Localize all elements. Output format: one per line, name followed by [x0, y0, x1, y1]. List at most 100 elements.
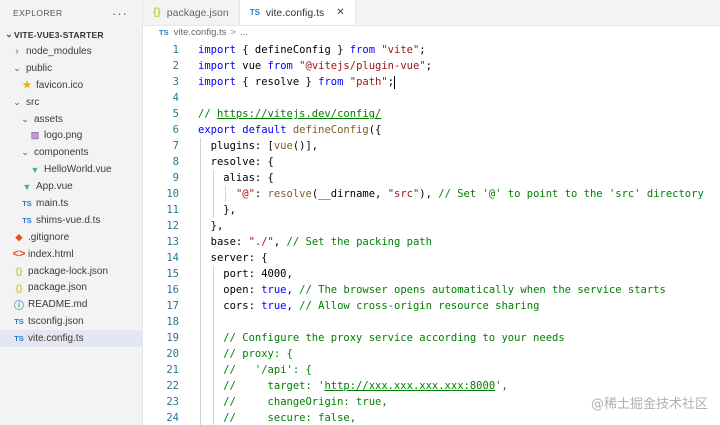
project-root-folder[interactable]: ⌄ VITE-VUE3-STARTER: [0, 26, 142, 43]
code-line[interactable]: 13 base: "./", // Set the packing path: [143, 234, 720, 250]
code-line[interactable]: 17 cors: true, // Allow cross-origin res…: [143, 298, 720, 314]
tree-item-label: logo.png: [44, 130, 83, 142]
code-text: // https://vitejs.dev/config/: [198, 108, 382, 120]
indent-guide: [212, 266, 214, 425]
chevron-down-icon: ⌄: [13, 62, 21, 73]
tab-package-json[interactable]: {} package.json: [143, 0, 240, 25]
close-icon[interactable]: ✕: [336, 7, 344, 18]
explorer-header: EXPLORER ···: [0, 0, 142, 26]
json-icon: {}: [153, 7, 161, 18]
tree-file-logo-png[interactable]: ▨ logo.png: [0, 127, 142, 144]
code-line[interactable]: 9 alias: {: [143, 170, 720, 186]
line-number: 21: [166, 364, 179, 376]
code-line[interactable]: 12 },: [143, 218, 720, 234]
typescript-icon: TS: [159, 28, 169, 37]
line-number: 8: [172, 156, 179, 168]
git-icon: ◆: [15, 231, 23, 242]
line-number: 12: [166, 220, 179, 232]
code-editor[interactable]: 1 import { defineConfig } from "vite"; 2 im…: [143, 40, 720, 425]
chevron-down-icon: ⌄: [5, 29, 13, 39]
code-text: server: {: [198, 252, 268, 264]
code-text: },: [198, 220, 224, 232]
code-line[interactable]: 20 // proxy: {: [143, 346, 720, 362]
tree-file-package-json[interactable]: {} package.json: [0, 279, 142, 296]
breadcrumb: TS vite.config.ts > ...: [159, 25, 248, 40]
tree-item-label: favicon.ico: [36, 79, 84, 91]
line-number: 5: [172, 108, 179, 120]
tree-folder-src[interactable]: ⌄ src: [0, 94, 142, 111]
code-line[interactable]: 1 import { defineConfig } from "vite";: [143, 42, 720, 58]
code-line[interactable]: 5 // https://vitejs.dev/config/: [143, 106, 720, 122]
code-line[interactable]: 3 import { resolve } from "path";: [143, 74, 720, 90]
tree-file-shims-vue-d-ts[interactable]: TS shims-vue.d.ts: [0, 212, 142, 229]
tree-folder-public[interactable]: ⌄ public: [0, 60, 142, 77]
tree-item-label: main.ts: [36, 197, 69, 209]
code-text: base: "./", // Set the packing path: [198, 236, 432, 248]
watermark: @稀土掘金技术社区: [590, 397, 708, 412]
code-line[interactable]: 16 open: true, // The browser opens auto…: [143, 282, 720, 298]
tree-file-package-lock-json[interactable]: {} package-lock.json: [0, 263, 142, 280]
code-line[interactable]: 7 plugins: [vue()],: [143, 138, 720, 154]
indent-guide: [212, 170, 214, 218]
code-text: resolve: {: [198, 156, 274, 168]
typescript-icon: TS: [14, 334, 24, 344]
editor-tab-bar: {} package.json TS vite.config.ts ✕: [143, 0, 720, 26]
line-number: 11: [166, 204, 179, 216]
tree-item-label: package.json: [28, 282, 87, 294]
tree-file-main-ts[interactable]: TS main.ts: [0, 195, 142, 212]
line-number: 16: [166, 284, 179, 296]
tree-file--gitignore[interactable]: ◆ .gitignore: [0, 229, 142, 246]
tree-file-tsconfig-json[interactable]: TS tsconfig.json: [0, 313, 142, 330]
line-number: 9: [172, 172, 179, 184]
chevron-right-icon: ›: [15, 46, 19, 57]
line-number: 20: [166, 348, 179, 360]
code-text: // secure: false,: [223, 412, 357, 424]
html-icon: <>: [12, 248, 26, 261]
explorer-sidebar: EXPLORER ··· ⌄ VITE-VUE3-STARTER › node_m…: [0, 0, 143, 425]
vue-icon: ▼: [30, 164, 40, 175]
line-number: 6: [172, 124, 179, 136]
code-line[interactable]: 24 // secure: false,: [143, 410, 720, 425]
code-line[interactable]: 10 "@": resolve(__dirname, "src"), // Se…: [143, 186, 720, 202]
code-line[interactable]: 8 resolve: {: [143, 154, 720, 170]
line-number: 7: [172, 140, 179, 152]
code-line[interactable]: 2 import vue from "@vitejs/plugin-vue";: [143, 58, 720, 74]
code-line[interactable]: 19 // Configure the proxy service accord…: [143, 330, 720, 346]
tree-item-label: node_modules: [26, 45, 92, 57]
tree-item-label: index.html: [28, 248, 74, 260]
line-number: 10: [166, 188, 179, 200]
line-number: 3: [172, 76, 179, 88]
tree-folder-components[interactable]: ⌄ components: [0, 144, 142, 161]
tree-item-label: README.md: [28, 299, 88, 311]
code-line[interactable]: 4: [143, 90, 720, 106]
tab-vite-config-ts[interactable]: TS vite.config.ts ✕: [239, 0, 356, 25]
code-line[interactable]: 22 // target: 'http://xxx.xxx.xxx.xxx:80…: [143, 378, 720, 394]
tree-file-helloworld-vue[interactable]: ▼ HelloWorld.vue: [0, 161, 142, 178]
code-line[interactable]: 18: [143, 314, 720, 330]
code-line[interactable]: 6 export default defineConfig({: [143, 122, 720, 138]
tree-file-readme-md[interactable]: ⓘ README.md: [0, 296, 142, 313]
more-actions-icon[interactable]: ···: [112, 6, 128, 21]
tree-folder-node-modules[interactable]: › node_modules: [0, 43, 142, 60]
code-line[interactable]: 15 port: 4000,: [143, 266, 720, 282]
code-text: },: [198, 204, 236, 216]
chevron-down-icon: ⌄: [13, 96, 21, 107]
tree-file-favicon-ico[interactable]: ★ favicon.ico: [0, 77, 142, 94]
breadcrumb-file[interactable]: vite.config.ts: [174, 27, 227, 38]
line-number: 18: [166, 316, 179, 328]
tree-file-index-html[interactable]: <> index.html: [0, 246, 142, 263]
line-number: 13: [166, 236, 179, 248]
breadcrumb-tail[interactable]: ...: [240, 27, 248, 38]
code-text: // target: 'http://xxx.xxx.xxx.xxx:8000'…: [223, 380, 508, 392]
code-text: import { defineConfig } from "vite";: [198, 44, 426, 56]
tree-folder-assets[interactable]: ⌄ assets: [0, 111, 142, 128]
tree-item-label: App.vue: [36, 181, 73, 193]
tree-file-app-vue[interactable]: ▼ App.vue: [0, 178, 142, 195]
image-icon: ▨: [30, 130, 40, 141]
code-line[interactable]: 21 // '/api': {: [143, 362, 720, 378]
line-number: 15: [166, 268, 179, 280]
code-line[interactable]: 14 server: {: [143, 250, 720, 266]
tree-file-vite-config-ts[interactable]: TS vite.config.ts: [0, 330, 142, 348]
code-line[interactable]: 11 },: [143, 202, 720, 218]
tab-label: package.json: [166, 6, 229, 19]
